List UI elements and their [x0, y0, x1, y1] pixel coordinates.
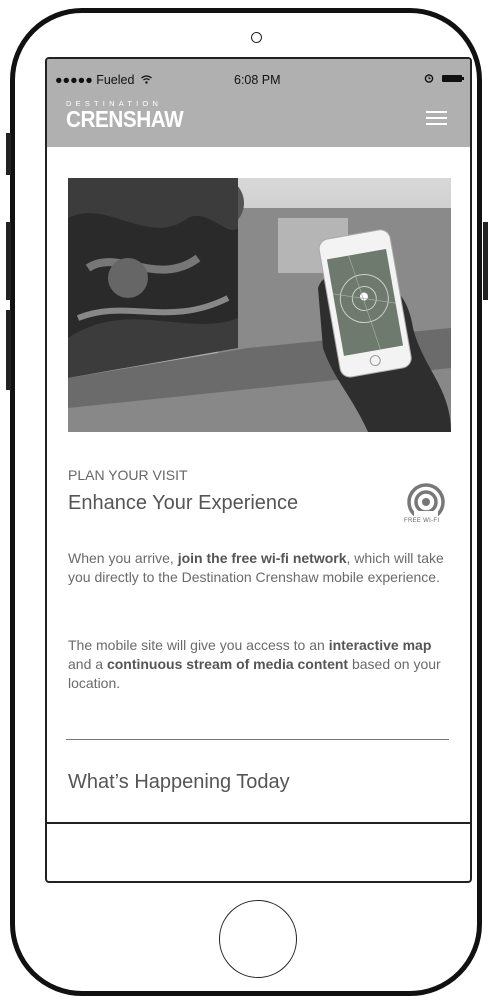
alarm-icon: [424, 74, 434, 83]
free-wifi-label: FREE WI-FI: [404, 518, 440, 524]
carrier-label: ●●●●● Fueled: [55, 73, 152, 87]
mute-switch: [6, 133, 11, 175]
screen-bottom-edge: [45, 822, 472, 824]
p2-bold-map: interactive map: [328, 637, 432, 653]
clock: 6:08 PM: [234, 73, 281, 87]
p2-bold-stream: continuous stream of media content: [106, 656, 349, 672]
top-nav: DESTINATION CRENSHAW: [47, 89, 470, 147]
wifi-paragraph: When you arrive, join the free wi-fi net…: [68, 549, 453, 587]
volume-up-button: [6, 222, 11, 300]
logo-big-text: CRENSHAW: [66, 106, 184, 132]
menu-icon[interactable]: [426, 111, 447, 125]
status-bar: ●●●●● Fueled 6:08 PM: [47, 59, 470, 89]
front-camera: [251, 32, 262, 43]
screen: ●●●●● Fueled 6:08 PM DESTINATION CRENSHA…: [45, 57, 472, 883]
whats-happening-heading[interactable]: What’s Happening Today: [68, 771, 290, 794]
p1-bold-wifi: join the free wi-fi network: [177, 550, 347, 566]
section-divider: [66, 739, 449, 740]
carrier-text: ●●●●● Fueled: [55, 73, 135, 87]
destination-crenshaw-logo[interactable]: DESTINATION CRENSHAW: [66, 100, 196, 132]
mobile-site-paragraph: The mobile site will give you access to …: [68, 636, 453, 693]
status-right: [424, 73, 464, 83]
section-title: Enhance Your Experience: [68, 492, 299, 514]
hero-image: [68, 178, 451, 432]
battery-icon: [442, 74, 464, 82]
wifi-signal-icon: [141, 75, 152, 84]
home-button[interactable]: [219, 900, 297, 978]
p2-text-a: The mobile site will give you access to …: [68, 637, 329, 653]
volume-down-button: [6, 310, 11, 390]
p1-text-a: When you arrive,: [68, 550, 178, 566]
hero-photo: [68, 178, 451, 432]
power-button: [483, 222, 488, 300]
p2-text-c: and a: [68, 656, 107, 672]
section-eyebrow: PLAN YOUR VISIT: [68, 467, 188, 483]
